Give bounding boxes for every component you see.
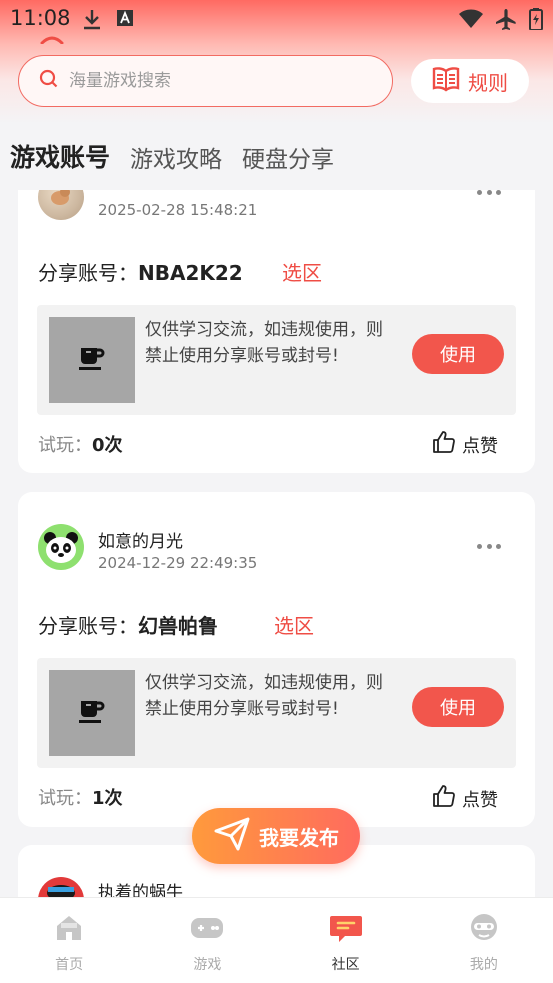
publish-label: 我要发布 (259, 825, 339, 850)
post-card: 2025-02-28 15:48:21 分享账号：NBA2K22 选区 仅供学习… (18, 190, 535, 473)
nav-games[interactable]: 游戏 (138, 898, 276, 983)
status-bar: 11:08 (0, 0, 553, 38)
bottom-navigation: 首页 游戏 社区 我的 (0, 897, 553, 983)
nav-profile-label: 我的 (469, 957, 498, 973)
nav-home[interactable]: 首页 (0, 898, 138, 983)
status-time: 11:08 (10, 6, 71, 30)
post-feed[interactable]: 2025-02-28 15:48:21 分享账号：NBA2K22 选区 仅供学习… (0, 190, 553, 897)
active-tab-indicator (40, 36, 64, 44)
home-icon (53, 912, 85, 948)
search-input[interactable] (69, 71, 359, 91)
search-icon (39, 69, 59, 93)
like-button[interactable]: 点赞 (432, 430, 498, 459)
thumbs-up-icon (432, 430, 456, 459)
profile-icon (467, 912, 501, 948)
share-account-label: 分享账号： (38, 614, 138, 638)
community-icon (329, 912, 363, 948)
nav-community-label: 社区 (331, 957, 360, 973)
avatar[interactable] (38, 877, 84, 897)
post-username: 如意的月光 (98, 532, 183, 552)
nav-games-label: 游戏 (193, 957, 222, 973)
trial-value: 0次 (92, 435, 123, 456)
gamepad-icon (190, 912, 224, 948)
post-timestamp: 2024-12-29 22:49:35 (98, 554, 258, 572)
avatar[interactable] (38, 524, 84, 570)
share-account-name: 幻兽帕鲁 (138, 614, 218, 638)
like-label: 点赞 (462, 789, 498, 811)
thumbs-up-icon (432, 784, 456, 813)
trial-label: 试玩： (38, 788, 92, 809)
paper-plane-icon (213, 816, 251, 857)
trial-count: 试玩：0次 (38, 431, 123, 457)
post-card: 如意的月光 2024-12-29 22:49:35 分享账号：幻兽帕鲁 选区 仅… (18, 492, 535, 827)
tab-game-guides[interactable]: 游戏攻略 (130, 140, 222, 174)
select-zone-link[interactable]: 选区 (282, 257, 322, 286)
coffee-cup-icon (77, 344, 107, 376)
share-account-name: NBA2K22 (138, 261, 243, 285)
category-tabs: 游戏账号 游戏攻略 硬盘分享 (10, 138, 334, 174)
trial-value: 1次 (92, 788, 123, 809)
shared-account-row: 分享账号：NBA2K22 (38, 257, 243, 286)
use-button[interactable]: 使用 (412, 687, 504, 727)
publish-button[interactable]: 我要发布 (192, 808, 360, 864)
like-button[interactable]: 点赞 (432, 784, 498, 813)
search-box[interactable] (18, 55, 393, 107)
like-label: 点赞 (462, 435, 498, 457)
battery-icon (529, 8, 543, 34)
nav-community[interactable]: 社区 (277, 898, 415, 983)
rules-label: 规则 (468, 70, 508, 95)
download-icon (82, 8, 102, 34)
notice-text: 仅供学习交流，如违规使用，则禁止使用分享账号或封号! (145, 673, 383, 719)
game-thumbnail (49, 317, 135, 403)
use-button[interactable]: 使用 (412, 334, 504, 374)
notice-box: 仅供学习交流，如违规使用，则禁止使用分享账号或封号! 使用 (37, 305, 516, 415)
notice-text: 仅供学习交流，如违规使用，则禁止使用分享账号或封号! (145, 320, 383, 366)
font-app-icon (116, 8, 134, 34)
rules-button[interactable]: 规则 (411, 59, 529, 103)
trial-label: 试玩： (38, 435, 92, 456)
tab-disk-share[interactable]: 硬盘分享 (242, 140, 334, 174)
trial-count: 试玩：1次 (38, 784, 123, 810)
post-timestamp: 2025-02-28 15:48:21 (98, 201, 258, 219)
more-options-icon[interactable] (477, 190, 501, 198)
share-account-label: 分享账号： (38, 261, 138, 285)
game-thumbnail (49, 670, 135, 756)
select-zone-link[interactable]: 选区 (274, 610, 314, 639)
avatar[interactable] (38, 190, 84, 220)
nav-profile[interactable]: 我的 (415, 898, 553, 983)
notice-box: 仅供学习交流，如违规使用，则禁止使用分享账号或封号! 使用 (37, 658, 516, 768)
more-options-icon[interactable] (477, 544, 501, 552)
shared-account-row: 分享账号：幻兽帕鲁 (38, 610, 218, 639)
tab-game-accounts[interactable]: 游戏账号 (10, 138, 110, 174)
airplane-icon (495, 8, 517, 34)
post-username: 执着的蜗牛 (98, 883, 183, 897)
coffee-cup-icon (77, 697, 107, 729)
wifi-icon (459, 9, 483, 33)
book-icon (432, 66, 460, 97)
nav-home-label: 首页 (55, 957, 84, 973)
